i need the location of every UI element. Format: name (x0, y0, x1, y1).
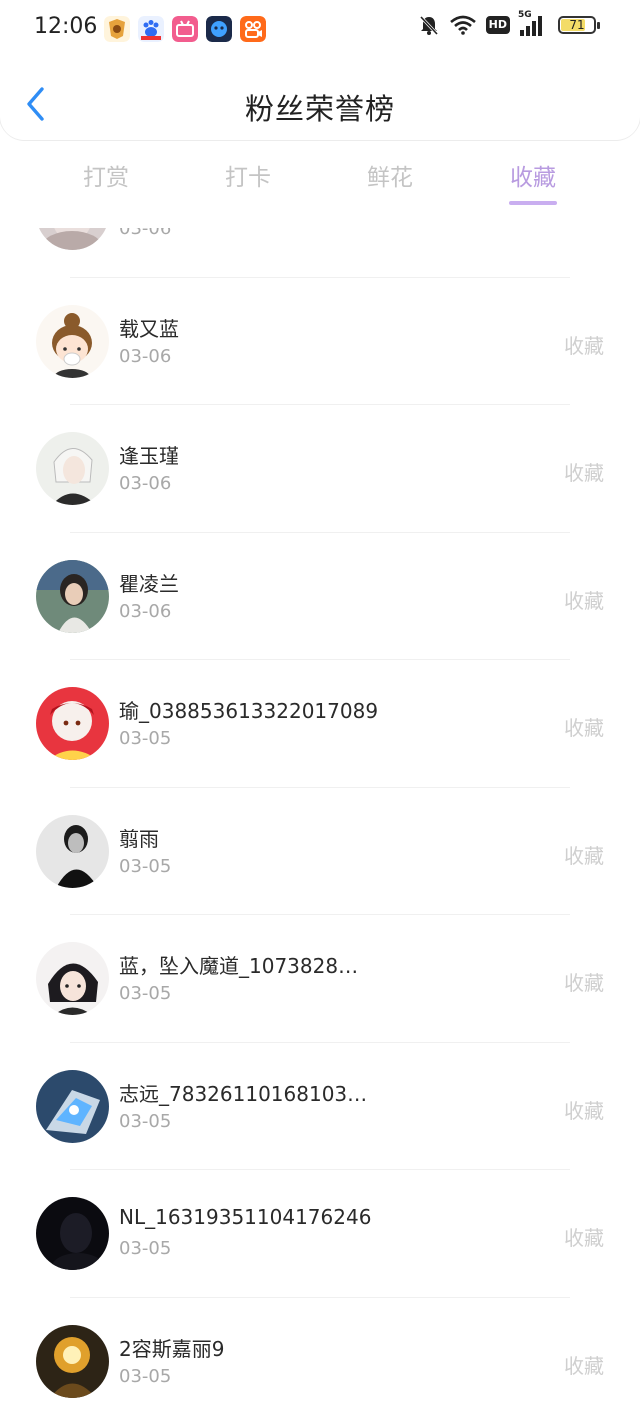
avatar[interactable] (36, 1324, 109, 1398)
item-date: 03-05 (119, 728, 172, 749)
tab-checkin[interactable]: 打卡 (178, 158, 318, 192)
favorite-action: 收藏 (564, 1353, 604, 1378)
tab-bar: 打赏 打卡 鲜花 收藏 (0, 140, 640, 228)
nav-bar: 粉丝荣誉榜 (0, 72, 640, 138)
item-date: 03-05 (119, 855, 172, 877)
baidu-app-icon (138, 16, 164, 42)
avatar[interactable] (36, 304, 109, 378)
header: 12:06 HD 5G 71 粉丝荣誉榜 (0, 0, 640, 140)
list-item[interactable]: 2容斯嘉丽9 03-05 收藏 (0, 1298, 640, 1422)
item-date: 03-05 (119, 1110, 172, 1132)
list-item[interactable]: 瑜_038853613322017089 03-05 收藏 (0, 660, 640, 788)
favorite-action: 收藏 (564, 333, 604, 358)
avatar[interactable] (36, 814, 109, 888)
game-app-icon (104, 16, 130, 42)
network-type: 5G (518, 10, 532, 20)
user-name: NL_16319351104176246 (119, 1205, 372, 1229)
user-name: 志远_78326110168103… (119, 1081, 368, 1106)
item-date: 03-06 (119, 228, 172, 239)
item-date: 03-06 (119, 473, 172, 494)
status-indicators: HD 5G 71 (418, 10, 600, 36)
favorite-action: 收藏 (564, 228, 604, 231)
kuaishou-app-icon (240, 16, 266, 42)
tab-flowers[interactable]: 鲜花 (320, 158, 460, 192)
status-bar: 12:06 HD 5G 71 (0, 0, 640, 58)
user-name: 载又蓝 (119, 316, 179, 341)
status-time: 12:06 (34, 14, 98, 39)
user-name: 瑜_038853613322017089 (119, 699, 379, 723)
favorite-action: 收藏 (564, 1098, 604, 1123)
page-title: 粉丝荣誉榜 (244, 92, 395, 126)
avatar[interactable] (36, 942, 109, 1015)
item-date: 03-05 (119, 1238, 172, 1259)
item-date: 03-05 (119, 983, 172, 1004)
list-item[interactable]: 蓝，坠入魔道_1073828… 03-05 收藏 (0, 915, 640, 1043)
favorite-action: 收藏 (564, 588, 604, 613)
favorite-action: 收藏 (564, 1226, 604, 1250)
tab-reward[interactable]: 打赏 (36, 158, 176, 192)
assistant-app-icon (206, 16, 232, 42)
avatar[interactable] (36, 432, 109, 505)
user-name: 逢玉瑾 (119, 444, 179, 468)
item-date: 03-06 (119, 345, 172, 367)
cellular-signal-icon: 5G (518, 10, 542, 36)
user-name: 蓝，坠入魔道_1073828… (119, 954, 359, 978)
hd-badge: HD (485, 16, 510, 34)
list-item[interactable]: 03-06 收藏 (0, 228, 640, 278)
list-item[interactable]: NL_16319351104176246 03-05 收藏 (0, 1170, 640, 1298)
notification-app-icons (104, 16, 266, 42)
bilibili-app-icon (172, 16, 198, 42)
item-date: 03-06 (119, 600, 172, 622)
user-name: 瞿凌兰 (119, 571, 179, 596)
list-item[interactable]: 载又蓝 03-06 收藏 (0, 278, 640, 405)
list-item[interactable]: 翦雨 03-05 收藏 (0, 788, 640, 915)
list-item[interactable]: 逢玉瑾 03-06 收藏 (0, 405, 640, 533)
wifi-icon (449, 15, 476, 35)
favorite-action: 收藏 (564, 461, 604, 485)
avatar[interactable] (36, 559, 109, 633)
favorite-action: 收藏 (564, 971, 604, 995)
active-tab-indicator (509, 201, 557, 205)
tab-favorites[interactable]: 收藏 (463, 158, 603, 192)
favorite-action: 收藏 (564, 716, 604, 740)
favorite-action: 收藏 (564, 843, 604, 868)
user-name: 2容斯嘉丽9 (119, 1336, 225, 1361)
avatar[interactable] (36, 1197, 109, 1270)
list-item[interactable]: 瞿凌兰 03-06 收藏 (0, 533, 640, 660)
list-item[interactable]: 志远_78326110168103… 03-05 收藏 (0, 1043, 640, 1170)
avatar[interactable] (36, 1069, 109, 1143)
avatar[interactable] (36, 228, 109, 250)
fan-list[interactable]: 03-06 收藏 载又蓝 03-06 收藏 逢玉瑾 03-06 收藏 (0, 228, 640, 1422)
battery-icon: 71 (558, 16, 600, 34)
item-date: 03-05 (119, 1365, 172, 1387)
avatar[interactable] (36, 687, 109, 760)
mute-bell-icon (419, 15, 438, 36)
battery-level: 71 (569, 18, 585, 32)
user-name: 翦雨 (119, 826, 159, 851)
